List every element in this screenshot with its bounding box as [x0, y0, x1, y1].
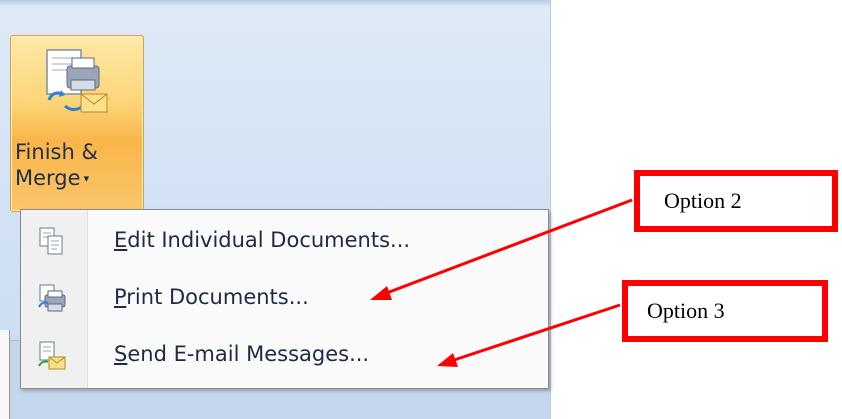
- menu-item-label: Edit Individual Documents...: [114, 228, 410, 252]
- edit-documents-icon: [39, 227, 63, 255]
- chevron-down-icon: ▾: [83, 172, 90, 185]
- finish-merge-label-line2: Merge ▾: [11, 166, 147, 191]
- callout-option-3-label: Option 3: [647, 298, 725, 323]
- menu-item-mnemonic: E: [114, 228, 128, 252]
- menu-item-label: Send E-mail Messages...: [114, 342, 369, 366]
- finish-merge-button[interactable]: Finish & Merge ▾: [10, 35, 144, 212]
- document-edge: [0, 330, 10, 419]
- callout-option-2-label: Option 2: [664, 188, 742, 213]
- print-documents-icon: [38, 284, 66, 312]
- menu-item-mnemonic: S: [114, 342, 128, 366]
- finish-merge-label-line1: Finish &: [15, 140, 98, 164]
- menu-item-text: rint Documents...: [126, 285, 309, 309]
- menu-item-mnemonic: P: [114, 285, 127, 309]
- finish-merge-label-line2-text: Merge: [15, 166, 81, 190]
- finish-merge-menu: Edit Individual Documents... Print Docum…: [20, 209, 549, 389]
- menu-item-text: dit Individual Documents...: [127, 228, 411, 252]
- finish-merge-icon: [46, 49, 108, 113]
- menu-item-send-email-messages[interactable]: Send E-mail Messages...: [21, 332, 548, 380]
- callout-option-3: Option 3: [622, 280, 828, 342]
- menu-item-label: Print Documents...: [114, 285, 309, 309]
- callout-option-2: Option 2: [634, 170, 838, 232]
- ribbon-top-edge: [0, 0, 550, 6]
- menu-item-edit-individual-documents[interactable]: Edit Individual Documents...: [21, 218, 548, 266]
- menu-item-text: end E-mail Messages...: [127, 342, 370, 366]
- menu-item-print-documents[interactable]: Print Documents...: [21, 275, 548, 323]
- send-email-icon: [38, 341, 66, 370]
